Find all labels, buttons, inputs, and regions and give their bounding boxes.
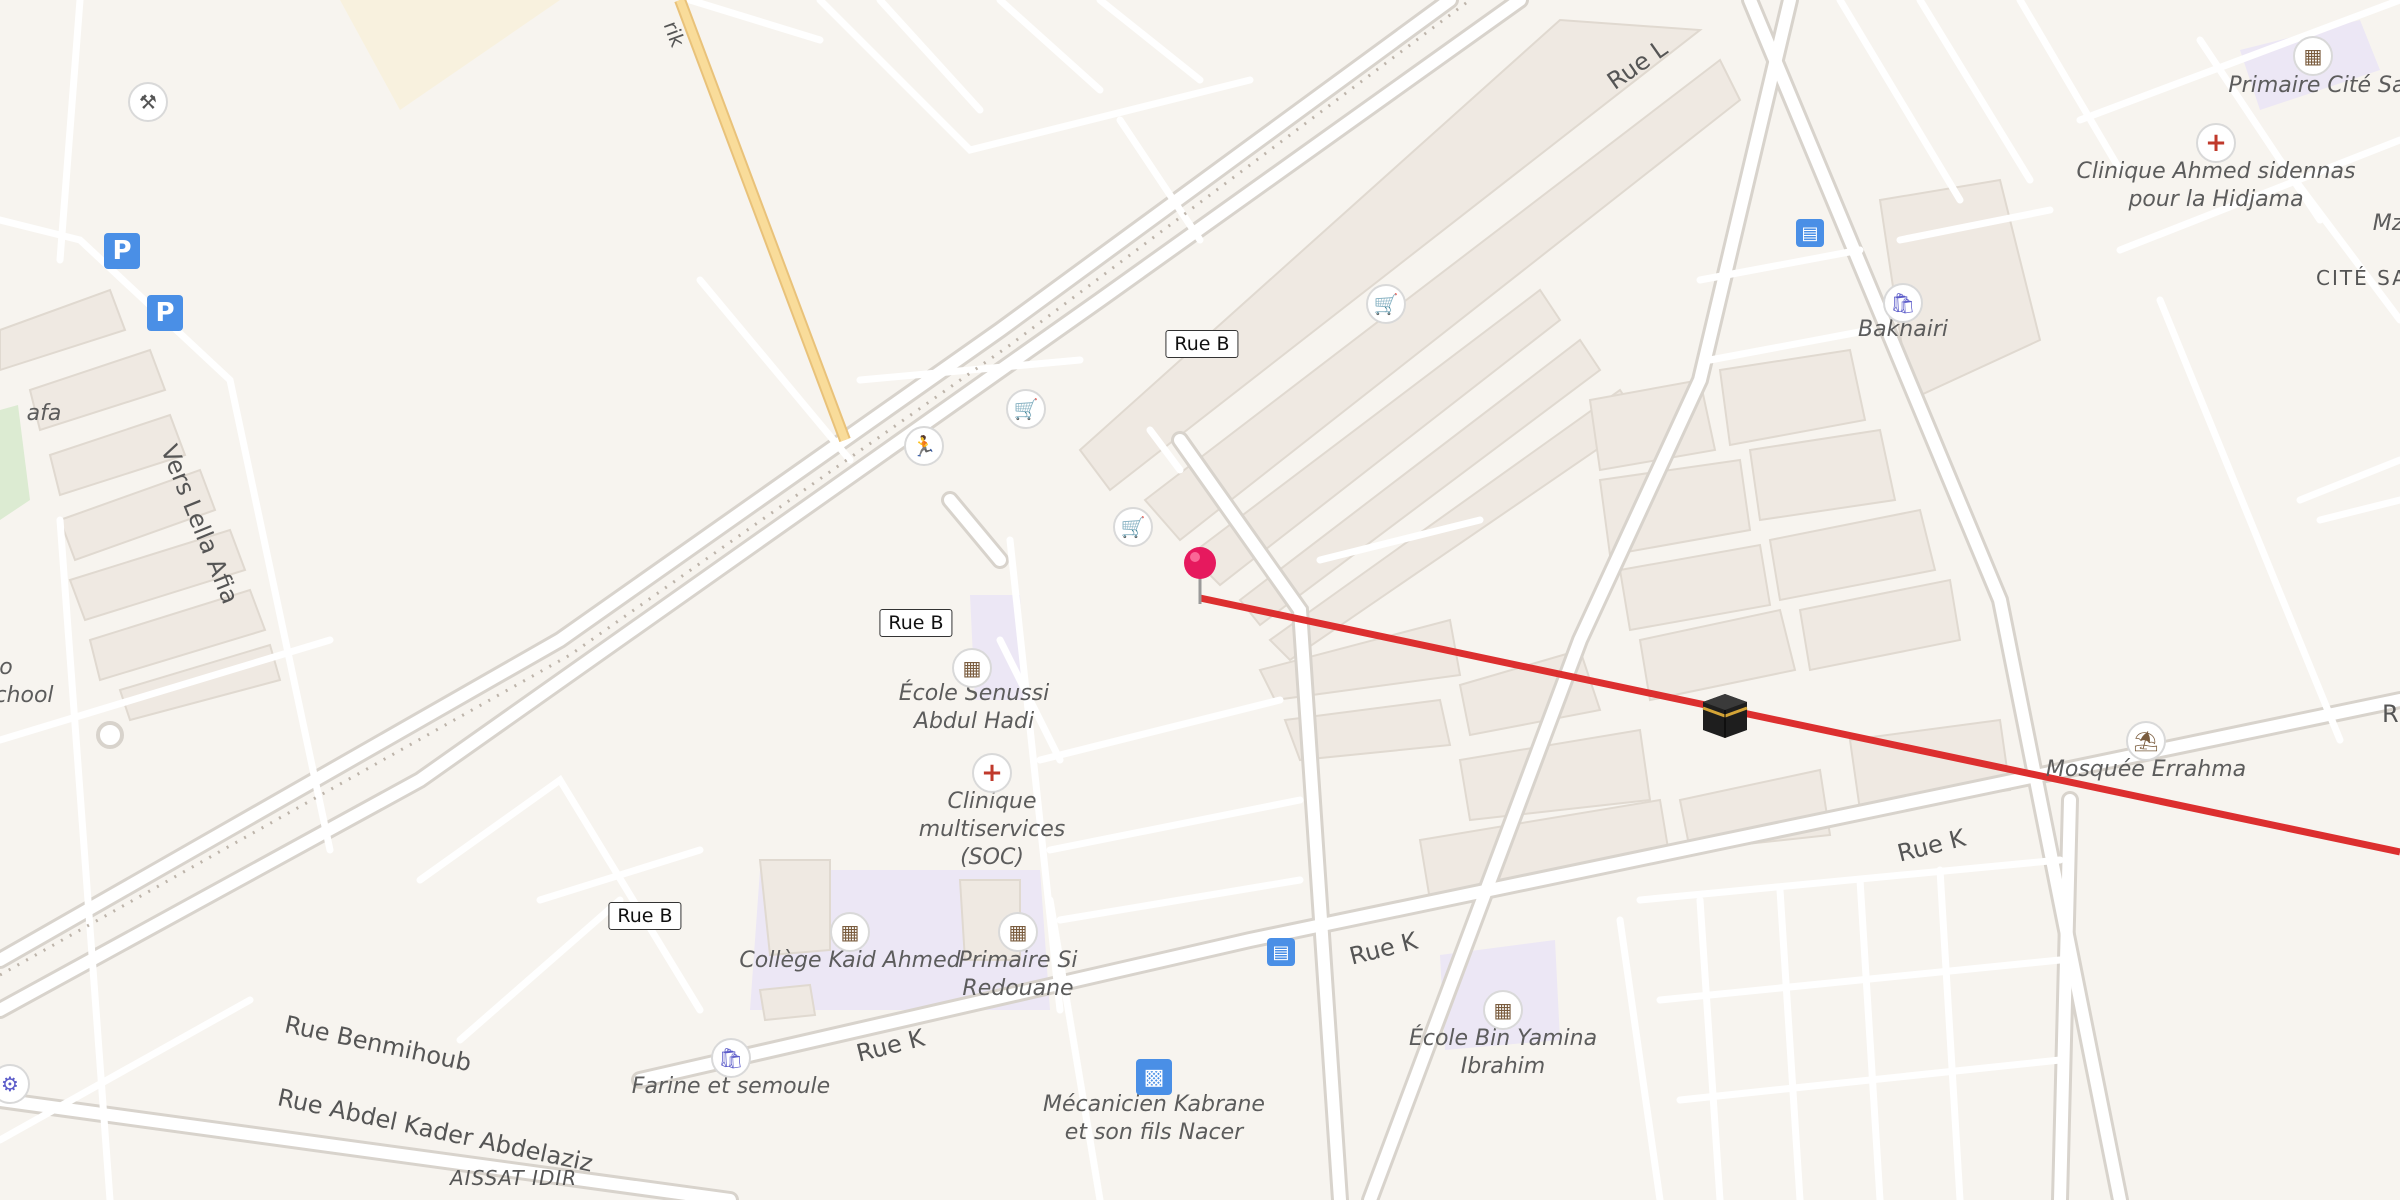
mz-label: Mz [2372,211,2400,236]
car-icon[interactable]: ▩ [1136,1059,1172,1095]
mecanicien-label: Mécanicien Kabrane et son fils Nacer [1043,1092,1265,1145]
sand-area [340,0,560,110]
cart-icon-1[interactable]: 🛒 [1366,284,1406,324]
roundabout [96,721,124,749]
park-area [0,405,30,520]
ecole-bin-yamina-label: École Bin Yamina Ibrahim [1408,1026,1598,1079]
school-icon-5[interactable]: ▦ [2293,36,2333,76]
o-label: o [0,655,13,680]
highlight-road [676,0,849,442]
school-icon-2[interactable]: ▦ [830,912,870,952]
basket-icon-3[interactable]: 🛍 [711,1038,751,1078]
parking-icon-1[interactable]: P [104,233,140,269]
basket-icon-1[interactable]: 🛒 [1006,389,1046,429]
school-icon-1[interactable]: ▦ [952,648,992,688]
rue-r-label: R [2382,700,2399,728]
clinique-ahmed-label: Clinique Ahmed sidennas pour la Hidjama [2076,159,2356,212]
map-pin-icon[interactable] [1182,546,1218,606]
basket-icon-2[interactable]: 🛍 [1883,283,1923,323]
chool-label: chool [0,683,54,708]
mosque-icon[interactable]: ⛱ [2126,721,2166,761]
clinique-multiservices-label: Clinique multiservices (SOC) [918,789,1066,870]
afa-label: afa [26,401,62,426]
clinic-icon-1[interactable]: + [972,753,1012,793]
running-icon[interactable]: 🏃 [904,426,944,466]
cite-sat-label: CITÉ SAT [2316,266,2400,290]
rue-b-shield-1: Rue B [1165,330,1239,358]
bus-icon-1[interactable]: ▤ [1796,219,1824,247]
bus-icon-2[interactable]: ▤ [1267,938,1295,966]
clinic-icon-2[interactable]: + [2196,123,2236,163]
primaire-si-redouane-label: Primaire Si Redouane [958,948,1078,1001]
rue-b-shield-2: Rue B [879,609,953,637]
primaire-cite-label: Primaire Cité Sata [2228,73,2400,98]
school-icon-3[interactable]: ▦ [998,912,1038,952]
cart-icon-2[interactable]: 🛒 [1113,507,1153,547]
aissat-idir-label: AISSAT IDIR [450,1166,578,1190]
parking-icon-2[interactable]: P [147,295,183,331]
ecole-senussi-label: École Senussi Abdul Hadi [898,681,1050,734]
school-icon-4[interactable]: ▦ [1483,990,1523,1030]
tools-icon[interactable]: ⚒ [128,82,168,122]
map-view[interactable]: Rue B Rue B Rue B Rue L Rue K Rue K Rue … [0,0,2400,1200]
kaaba-icon[interactable] [1699,690,1751,740]
rue-b-shield-3: Rue B [608,902,682,930]
